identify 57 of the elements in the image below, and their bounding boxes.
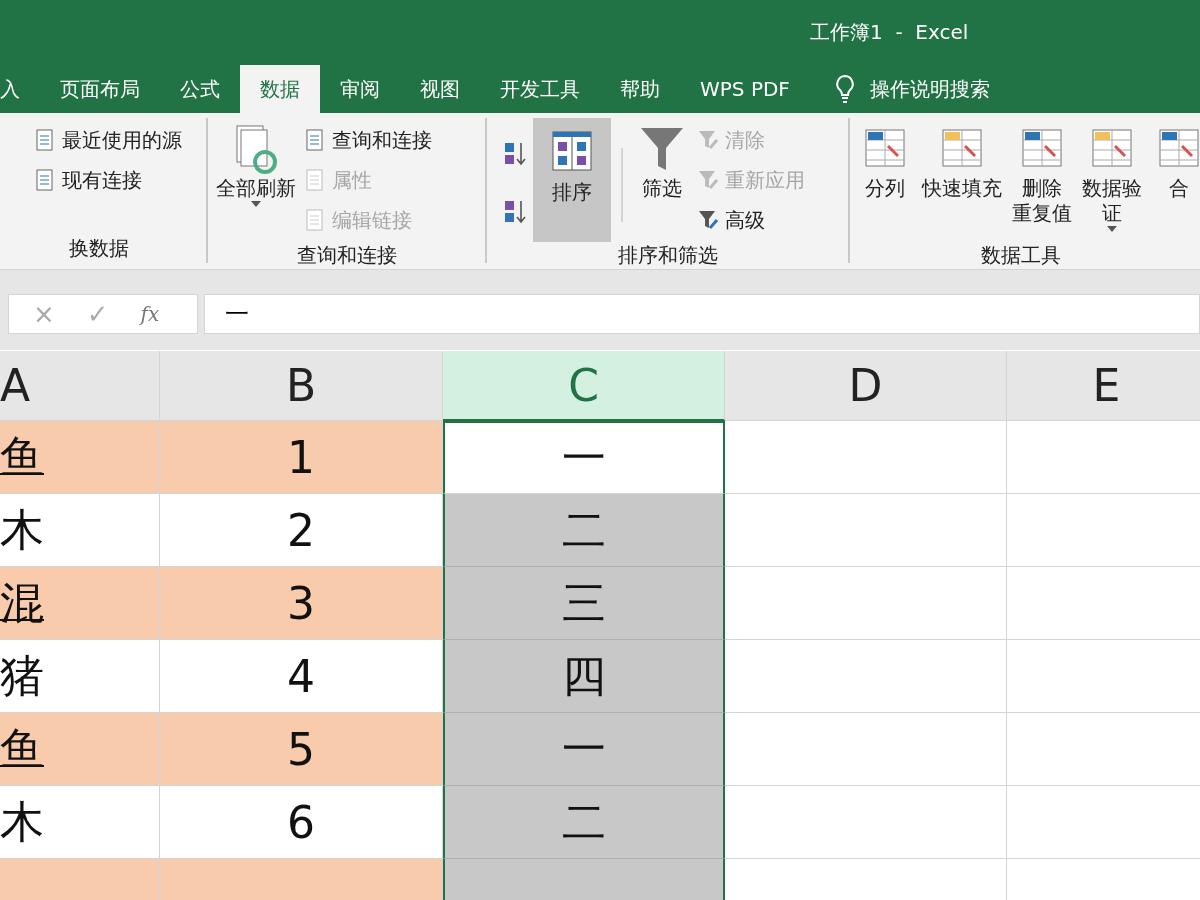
column-header[interactable]: E [1007, 351, 1200, 421]
ribbon-tab[interactable]: 页面布局 [40, 65, 160, 113]
ribbon-large-button[interactable]: 分列 [856, 118, 914, 242]
sort-order-icon[interactable] [503, 140, 527, 168]
document-icon [304, 208, 326, 232]
table-cell: 鱼 [0, 713, 160, 786]
table-cell: 5 [160, 713, 443, 786]
lightbulb-icon[interactable] [833, 74, 856, 104]
column-header[interactable]: C [443, 351, 725, 421]
table-cell[interactable]: 二 [443, 786, 725, 859]
caret-icon [1107, 226, 1117, 232]
ribbon-large-button[interactable]: 筛选 [633, 118, 691, 242]
ribbon-tab[interactable]: 帮助 [600, 65, 680, 113]
document-icon [304, 128, 326, 152]
funnel-icon [697, 168, 719, 192]
table-cell: 3 [160, 567, 443, 640]
group-label: 换数据 [68, 235, 130, 262]
ribbon-large-button[interactable]: 删除 重复值 [1010, 118, 1074, 242]
ribbon-tab[interactable]: 公式 [160, 65, 240, 113]
table-cell[interactable]: 三 [443, 567, 725, 640]
ribbon-tab[interactable]: 视图 [400, 65, 480, 113]
ribbon-command[interactable]: 查询和连接 [304, 122, 432, 158]
table-cell: 混 [0, 567, 160, 640]
document-icon [34, 168, 56, 192]
ribbon-large-button[interactable]: 排序 [533, 118, 611, 242]
formula-input[interactable]: 一 [204, 294, 1200, 334]
ribbon-command[interactable]: 现有连接 [34, 162, 182, 198]
ribbon-large-button[interactable]: 数据验 证 [1080, 118, 1144, 242]
sort-order-icon[interactable] [503, 198, 527, 226]
table-cell: 1 [160, 421, 443, 494]
table-cell[interactable]: 一 [443, 713, 725, 786]
ribbon-tab[interactable]: 数据 [240, 65, 320, 113]
ribbon-large-button[interactable]: 全部刷新 [214, 118, 298, 242]
ribbon-command[interactable]: 最近使用的源 [34, 122, 182, 158]
table-cell[interactable]: 一 [443, 421, 725, 494]
table-cell[interactable]: 四 [443, 640, 725, 713]
ribbon-tab[interactable]: 审阅 [320, 65, 400, 113]
caret-icon [251, 201, 261, 207]
ribbon-large-button[interactable]: 合 [1150, 118, 1200, 242]
funnel-icon [697, 208, 719, 232]
formula-bar-button[interactable]: fx [140, 302, 160, 326]
window-title: 工作簿1 - Excel [810, 19, 969, 46]
ribbon-command[interactable]: 高级 [697, 202, 805, 238]
ribbon-large-button[interactable]: 快速填充 [920, 118, 1004, 242]
column-header[interactable]: D [725, 351, 1007, 421]
tell-me-search[interactable]: 操作说明搜索 [869, 75, 990, 103]
document-icon [34, 128, 56, 152]
table-cell[interactable]: 二 [443, 494, 725, 567]
ribbon-tab[interactable]: 开发工具 [480, 65, 600, 113]
table-cell: 鱼 [0, 421, 160, 494]
document-icon [304, 168, 326, 192]
ribbon-tab[interactable]: WPS PDF [680, 65, 810, 113]
group-label: 查询和连接 [295, 242, 398, 269]
funnel-icon [697, 128, 719, 152]
group-label: 数据工具 [980, 242, 1062, 269]
ribbon-tab[interactable]: 入 [0, 65, 40, 113]
group-label: 排序和筛选 [616, 242, 719, 269]
